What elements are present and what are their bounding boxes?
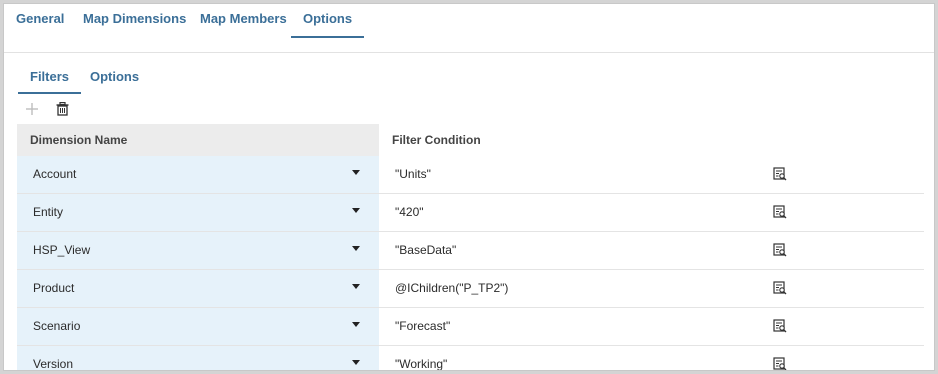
member-selector-icon[interactable]: [773, 243, 789, 259]
dimension-dropdown[interactable]: Entity: [17, 194, 379, 231]
dimension-name: Account: [33, 167, 77, 181]
table-row: Entity "420": [17, 194, 924, 232]
dimension-dropdown[interactable]: HSP_View: [17, 232, 379, 269]
filter-condition[interactable]: "Forecast": [395, 319, 450, 333]
tab-options[interactable]: Options: [291, 4, 365, 38]
filters-grid: Dimension Name Filter Condition Account "…: [17, 124, 924, 371]
filter-condition[interactable]: "420": [395, 205, 424, 219]
rule-editor-panel: General Map Dimensions Map Members Optio…: [3, 3, 935, 371]
delete-button[interactable]: [53, 100, 71, 118]
header-dimension-name: Dimension Name: [30, 133, 128, 147]
top-tab-bar: General Map Dimensions Map Members Optio…: [4, 4, 934, 53]
filter-condition[interactable]: "Units": [395, 167, 431, 181]
member-selector-icon[interactable]: [773, 357, 789, 370]
add-button[interactable]: [23, 100, 41, 118]
filter-condition[interactable]: @IChildren("P_TP2"): [395, 281, 508, 295]
plus-icon: [26, 103, 38, 115]
dimension-dropdown[interactable]: Product: [17, 270, 379, 307]
delete-icon: [56, 102, 68, 116]
filter-condition[interactable]: "Working": [395, 357, 447, 370]
table-row: Scenario "Forecast": [17, 308, 924, 346]
grid-body: Account "Units" Entity "420" HSP_View "BaseDa…: [17, 156, 924, 371]
table-row: Version "Working": [17, 346, 924, 371]
dimension-dropdown[interactable]: Version: [17, 346, 379, 371]
tab-map-members[interactable]: Map Members: [200, 4, 287, 36]
table-row: HSP_View "BaseData": [17, 232, 924, 270]
chevron-down-icon[interactable]: [352, 246, 360, 251]
table-row: Product @IChildren("P_TP2"): [17, 270, 924, 308]
member-selector-icon[interactable]: [773, 167, 789, 183]
filter-condition[interactable]: "BaseData": [395, 243, 456, 257]
chevron-down-icon[interactable]: [352, 322, 360, 327]
grid-header: Dimension Name Filter Condition: [17, 124, 924, 156]
dimension-name: HSP_View: [33, 243, 91, 257]
dimension-dropdown[interactable]: Account: [17, 156, 379, 193]
member-selector-icon[interactable]: [773, 319, 789, 335]
member-selector-icon[interactable]: [773, 281, 789, 297]
chevron-down-icon[interactable]: [352, 170, 360, 175]
table-row: Account "Units": [17, 156, 924, 194]
tab-general[interactable]: General: [16, 4, 64, 36]
subtab-filters[interactable]: Filters: [18, 64, 82, 94]
header-filter-condition: Filter Condition: [392, 133, 481, 147]
chevron-down-icon[interactable]: [352, 360, 360, 365]
dimension-name: Scenario: [33, 319, 81, 333]
dimension-name: Product: [33, 281, 75, 295]
subtab-options[interactable]: Options: [90, 64, 139, 92]
chevron-down-icon[interactable]: [352, 284, 360, 289]
dimension-dropdown[interactable]: Scenario: [17, 308, 379, 345]
chevron-down-icon[interactable]: [352, 208, 360, 213]
member-selector-icon[interactable]: [773, 205, 789, 221]
dimension-name: Version: [33, 357, 74, 371]
tab-map-dimensions[interactable]: Map Dimensions: [83, 4, 186, 36]
dimension-name: Entity: [33, 205, 64, 219]
